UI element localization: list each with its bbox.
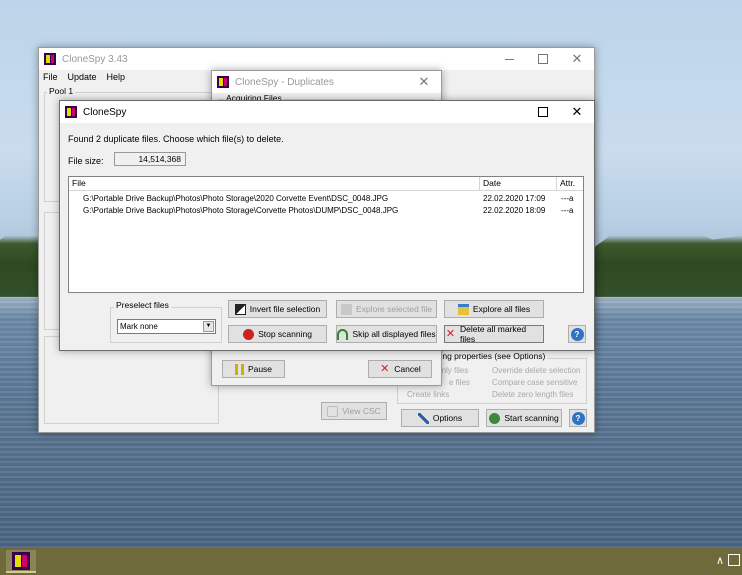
start-scanning-button[interactable]: Start scanning xyxy=(486,409,562,427)
prop-hidden-files[interactable]: e files xyxy=(449,378,470,387)
dialog-close-button[interactable]: ✕ xyxy=(560,101,594,123)
pool-1-label: Pool 1 xyxy=(47,86,76,96)
view-csc-button[interactable]: View CSC xyxy=(321,402,387,420)
dialog-maximize-button[interactable] xyxy=(526,101,560,123)
menu-help[interactable]: Help xyxy=(107,72,126,82)
clonespy-logo-icon xyxy=(65,106,77,118)
row-file: G:\Portable Drive Backup\Photos\Photo St… xyxy=(83,194,389,203)
column-date[interactable]: Date xyxy=(480,177,557,191)
dialog-titlebar: CloneSpy xyxy=(60,101,594,123)
prop-create-links[interactable]: Create links xyxy=(407,390,449,399)
row-attr: ---a xyxy=(561,206,574,215)
column-file[interactable]: File xyxy=(69,177,480,191)
row-file: G:\Portable Drive Backup\Photos\Photo St… xyxy=(83,206,399,215)
pause-icon xyxy=(234,363,244,375)
file-size-label: File size: xyxy=(68,156,104,166)
menu-file[interactable]: File xyxy=(43,72,58,82)
preselect-value: Mark none xyxy=(120,322,158,331)
cancel-button[interactable]: ✕ Cancel xyxy=(368,360,432,378)
taskbar-clonespy-button[interactable] xyxy=(6,550,36,573)
skip-displayed-button[interactable]: Skip all displayed files xyxy=(336,325,437,343)
skip-arrow-icon xyxy=(337,328,349,340)
cancel-x-icon: ✕ xyxy=(380,362,390,375)
pause-button[interactable]: Pause xyxy=(222,360,285,378)
options-button[interactable]: Options xyxy=(401,409,479,427)
clonespy-logo-icon xyxy=(12,551,30,570)
folder-icon xyxy=(457,303,469,315)
invert-icon xyxy=(234,303,246,315)
view-csc-icon xyxy=(327,405,339,417)
stop-scanning-button[interactable]: Stop scanning xyxy=(228,325,327,343)
main-help-button[interactable]: ? xyxy=(569,409,587,427)
maximize-button[interactable] xyxy=(526,48,560,70)
explore-selected-icon xyxy=(340,303,352,315)
duplicate-dialog: CloneSpy ✕ Found 2 duplicate files. Choo… xyxy=(59,100,595,351)
duplicate-file-list[interactable]: File Date Attr. G:\Portable Drive Backup… xyxy=(68,176,584,293)
menu-bar: File Update Help xyxy=(43,72,125,82)
minimize-button[interactable] xyxy=(492,48,526,70)
file-size-value: 14,514,368 xyxy=(114,152,186,166)
clonespy-logo-icon xyxy=(44,53,56,65)
dialog-message: Found 2 duplicate files. Choose which fi… xyxy=(68,134,284,144)
help-icon: ? xyxy=(571,411,585,425)
scanning-properties-label: nning properties (see Options) xyxy=(429,351,548,361)
row-attr: ---a xyxy=(561,194,574,203)
table-row[interactable]: G:\Portable Drive Backup\Photos\Photo St… xyxy=(69,205,583,217)
chevron-up-icon[interactable]: ∧ xyxy=(716,554,724,567)
close-button[interactable]: ✕ xyxy=(560,48,594,70)
prop-override-delete[interactable]: Override delete selection xyxy=(492,366,581,375)
clonespy-logo-icon xyxy=(217,76,229,88)
taskbar: ∧ xyxy=(0,548,742,575)
table-row[interactable]: G:\Portable Drive Backup\Photos\Photo St… xyxy=(69,193,583,205)
duplicates-window-title: CloneSpy - Duplicates xyxy=(235,76,334,88)
delete-x-icon: ✕ xyxy=(445,327,456,340)
delete-marked-button[interactable]: ✕ Delete all marked files xyxy=(444,324,544,344)
row-date: 22.02.2020 18:09 xyxy=(483,206,546,215)
prop-delete-zero[interactable]: Delete zero length files xyxy=(492,390,573,399)
menu-update[interactable]: Update xyxy=(68,72,97,82)
dialog-title: CloneSpy xyxy=(83,106,127,118)
column-attr[interactable]: Attr. xyxy=(557,177,583,191)
duplicates-close-button[interactable]: ✕ xyxy=(407,71,441,93)
list-header: File Date Attr. xyxy=(69,177,583,191)
row-date: 22.02.2020 17:09 xyxy=(483,194,546,203)
explore-selected-button[interactable]: Explore selected file xyxy=(336,300,437,318)
stop-icon xyxy=(243,328,255,340)
preselect-label: Preselect files xyxy=(114,300,171,310)
explore-all-button[interactable]: Explore all files xyxy=(444,300,544,318)
invert-selection-button[interactable]: Invert file selection xyxy=(228,300,327,318)
help-icon: ? xyxy=(570,327,584,341)
chevron-down-icon: ▼ xyxy=(203,321,214,332)
notification-icon[interactable] xyxy=(728,554,740,566)
preselect-combo[interactable]: Mark none ▼ xyxy=(117,319,216,334)
prop-compare-case[interactable]: Compare case sensitive xyxy=(492,378,577,387)
dialog-help-button[interactable]: ? xyxy=(568,325,586,343)
main-window-title: CloneSpy 3.43 xyxy=(62,53,128,65)
runner-icon xyxy=(489,412,501,424)
wrench-icon xyxy=(417,412,429,424)
